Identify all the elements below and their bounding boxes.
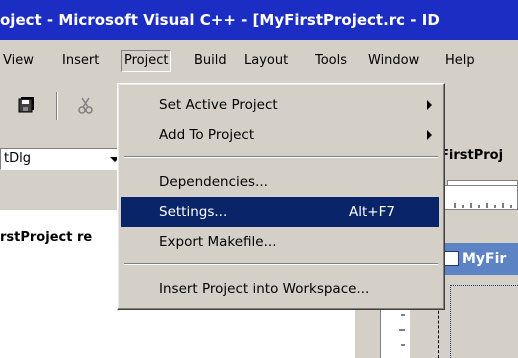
menu-item-export-makefile[interactable]: Export Makefile... xyxy=(121,227,439,257)
toolbar-separator xyxy=(56,92,58,120)
menu-separator xyxy=(124,156,438,158)
menu-separator xyxy=(124,263,438,265)
menu-bar: View Insert Project Build Layout Tools W… xyxy=(0,48,518,72)
menu-item-label: Export Makefile... xyxy=(159,234,277,250)
menu-window[interactable]: Window xyxy=(368,51,419,71)
menu-item-label: Insert Project into Workspace... xyxy=(159,281,370,297)
menu-project[interactable]: Project xyxy=(121,50,172,72)
menu-item-label: Add To Project xyxy=(159,127,255,143)
window-title: oject - Microsoft Visual C++ - [MyFirstP… xyxy=(0,11,440,29)
menu-item-accelerator: Alt+F7 xyxy=(349,204,395,220)
menu-tools[interactable]: Tools xyxy=(315,51,347,71)
resource-file-label: FirstProj xyxy=(440,148,504,163)
menu-item-dependencies[interactable]: Dependencies... xyxy=(121,167,439,197)
submenu-arrow-icon xyxy=(427,130,432,140)
menu-help[interactable]: Help xyxy=(445,51,475,71)
menu-item-insert-project-into-workspace[interactable]: Insert Project into Workspace... xyxy=(121,274,439,304)
menu-build[interactable]: Build xyxy=(194,51,227,71)
menu-item-label: Settings... xyxy=(159,204,228,220)
save-all-icon[interactable] xyxy=(18,96,36,114)
menu-item-settings[interactable]: Settings... Alt+F7 xyxy=(121,197,439,227)
menu-layout[interactable]: Layout xyxy=(244,51,288,71)
cut-icon[interactable] xyxy=(77,96,95,114)
menu-insert[interactable]: Insert xyxy=(62,51,99,71)
dialog-preview-body[interactable] xyxy=(450,285,518,358)
menu-item-set-active-project[interactable]: Set Active Project xyxy=(121,90,439,120)
workspace-tree-label[interactable]: rstProject re xyxy=(0,230,92,245)
project-menu-dropdown: Set Active Project Add To Project Depend… xyxy=(117,83,445,310)
window-title-bar: oject - Microsoft Visual C++ - [MyFirstP… xyxy=(0,0,518,40)
menu-item-add-to-project[interactable]: Add To Project xyxy=(121,120,439,150)
class-combo[interactable]: tDlg xyxy=(0,148,120,170)
menu-item-label: Dependencies... xyxy=(159,174,268,190)
submenu-arrow-icon xyxy=(427,100,432,110)
menu-item-label: Set Active Project xyxy=(159,97,278,113)
menu-view[interactable]: View xyxy=(3,51,34,71)
dialog-icon xyxy=(444,251,459,266)
horizontal-ruler xyxy=(440,185,518,210)
